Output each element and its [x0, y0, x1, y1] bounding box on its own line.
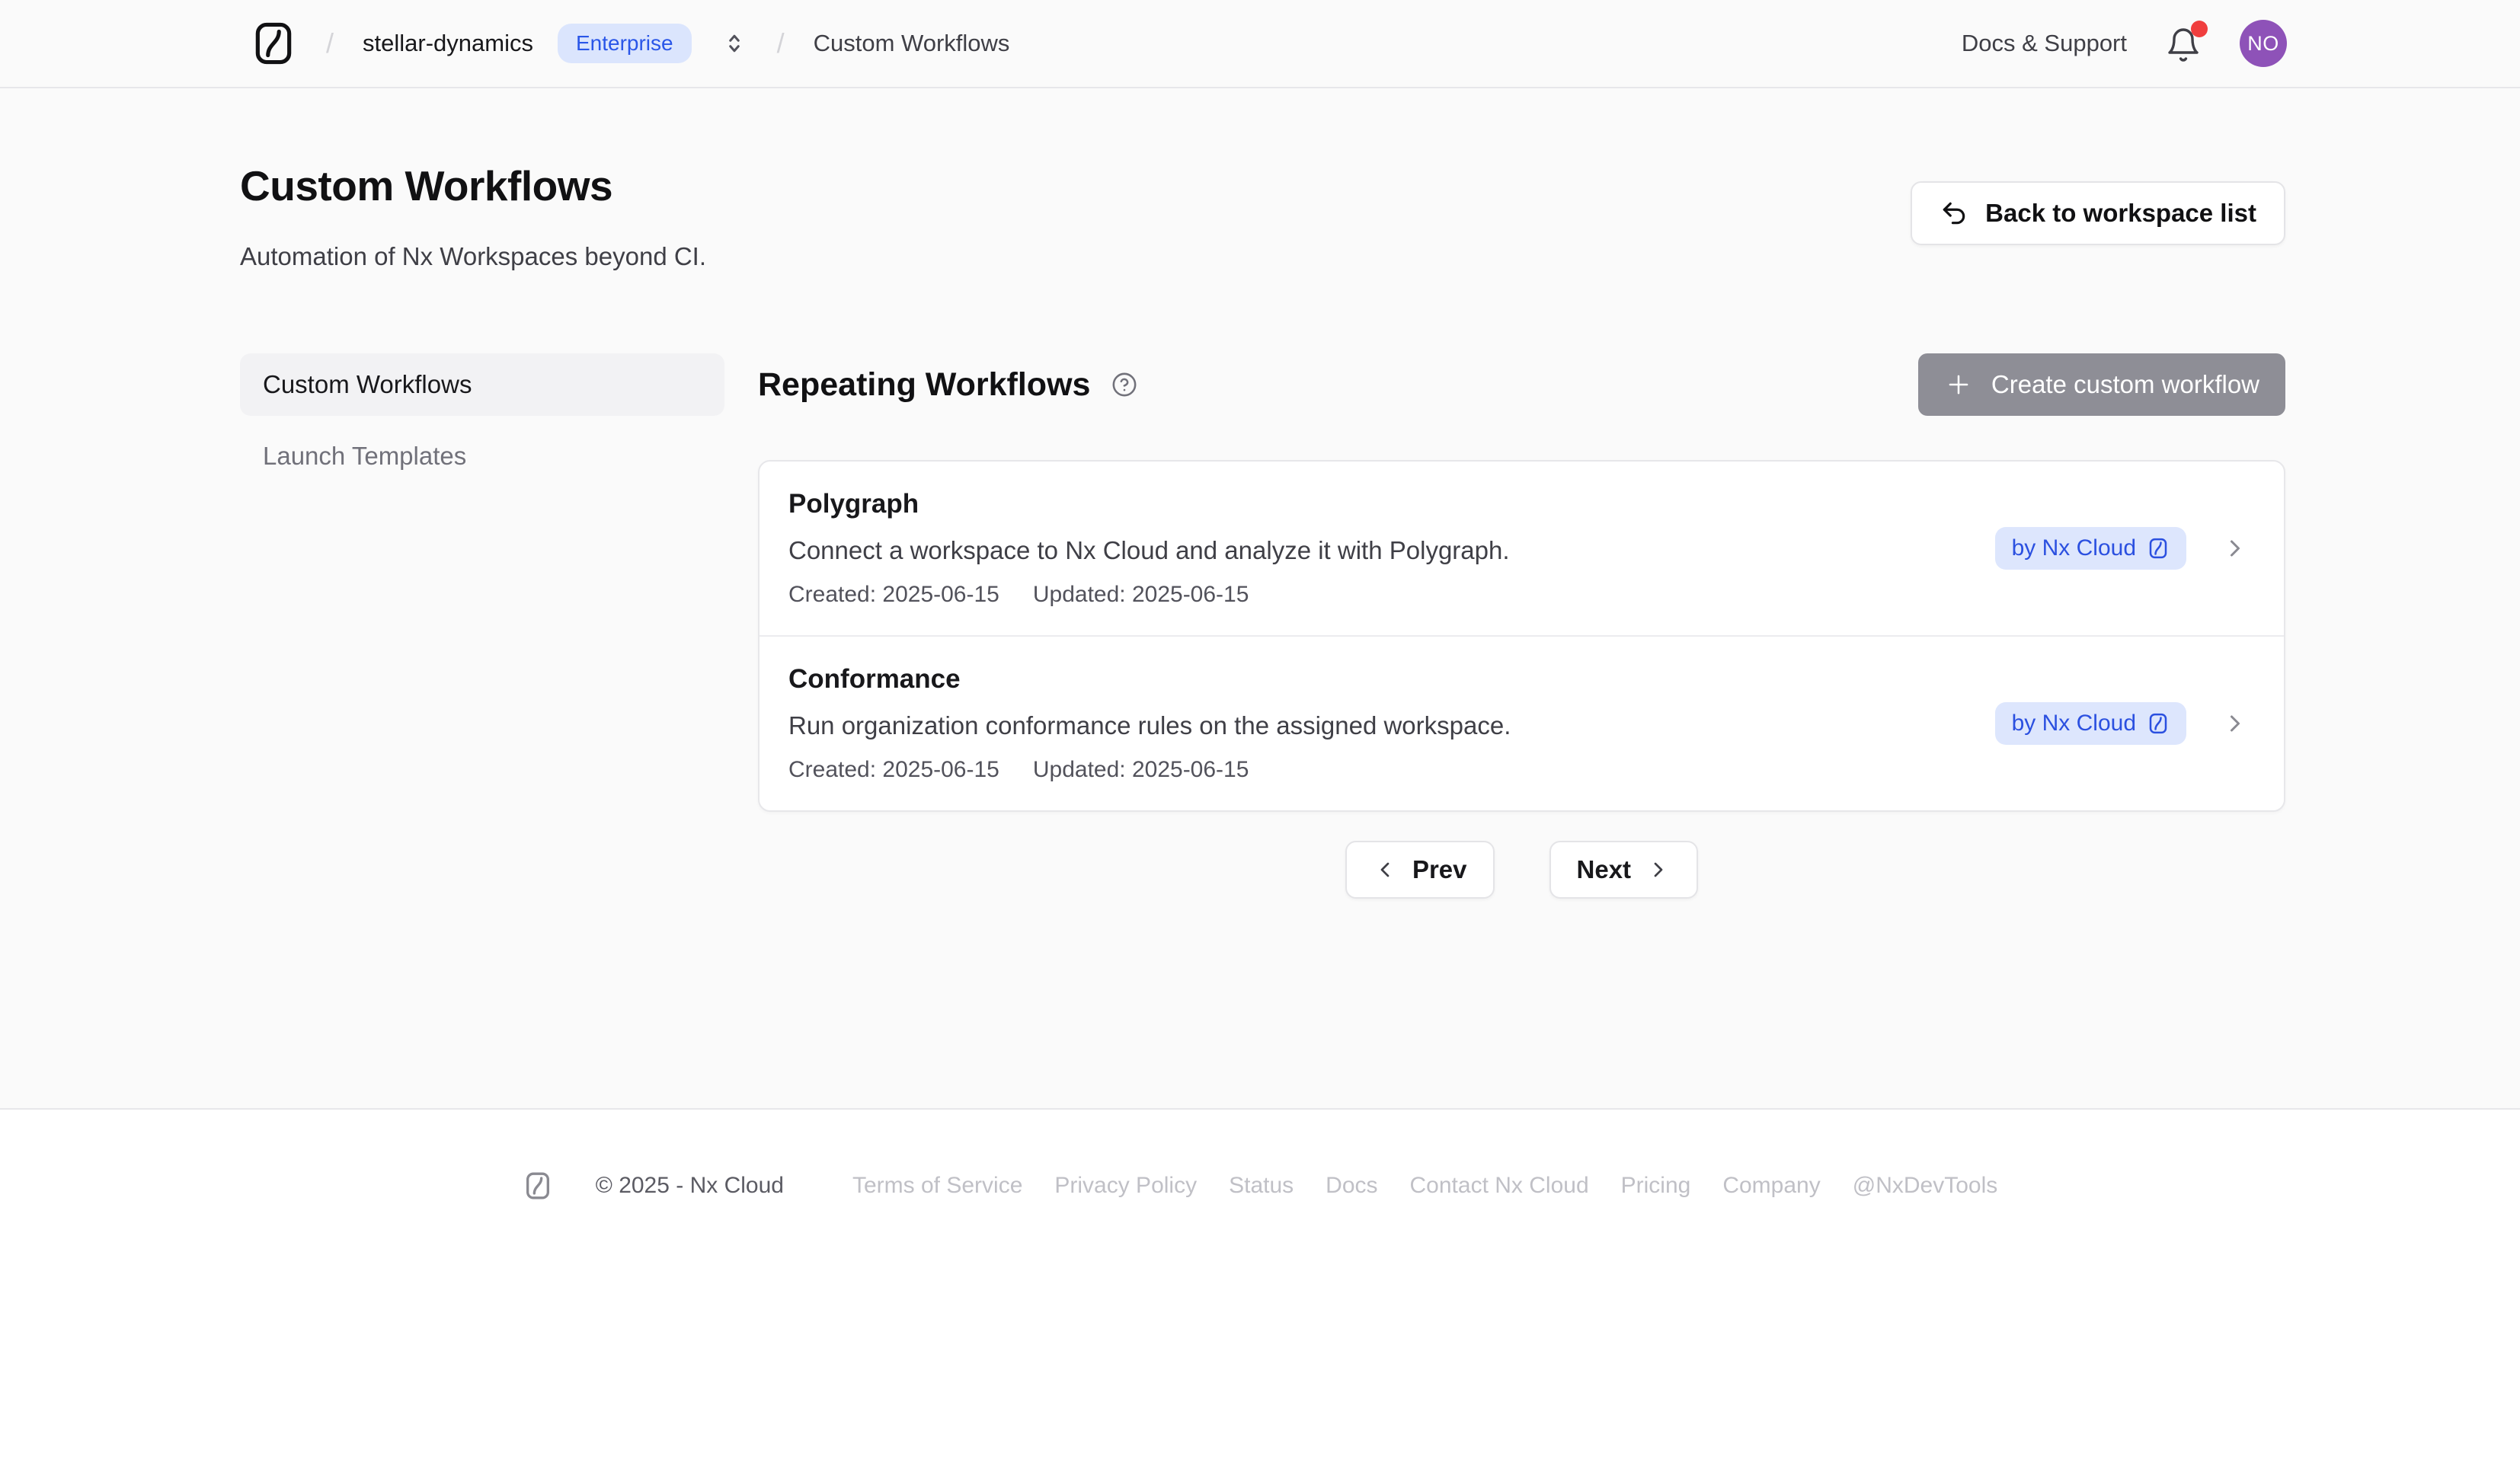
workflow-name: Polygraph — [788, 489, 1995, 519]
page-subtitle: Automation of Nx Workspaces beyond CI. — [240, 242, 706, 271]
chevron-left-icon — [1373, 858, 1397, 882]
section-header: Repeating Workflows Create cust — [758, 353, 2285, 416]
back-button-label: Back to workspace list — [1985, 199, 2256, 228]
footer-link-terms[interactable]: Terms of Service — [852, 1173, 1022, 1199]
workflow-updated: Updated: 2025-06-15 — [1033, 757, 1249, 783]
breadcrumb-separator: / — [777, 27, 785, 59]
sidebar: Custom Workflows Launch Templates — [240, 353, 724, 899]
chevron-right-icon — [2221, 535, 2249, 562]
navbar-actions: Docs & Support NO — [1962, 20, 2287, 67]
help-icon[interactable] — [1111, 372, 1137, 398]
prev-label: Prev — [1412, 855, 1467, 884]
by-nx-cloud-badge[interactable]: by Nx Cloud — [1995, 702, 2186, 745]
workflow-description: Run organization conformance rules on th… — [788, 711, 1995, 740]
create-button-label: Create custom workflow — [1991, 370, 2259, 399]
footer-link-pricing[interactable]: Pricing — [1621, 1173, 1691, 1199]
nx-cloud-logo-icon — [2147, 537, 2170, 560]
plus-icon — [1944, 370, 1973, 399]
nx-cloud-logo-icon — [523, 1171, 553, 1201]
badge-label: by Nx Cloud — [2012, 711, 2136, 736]
page-header-text: Custom Workflows Automation of Nx Worksp… — [240, 161, 706, 271]
workflow-meta: Created: 2025-06-15 Updated: 2025-06-15 — [788, 582, 1995, 608]
notifications-button[interactable] — [2165, 24, 2202, 63]
workflow-name: Conformance — [788, 664, 1995, 695]
page-header: Custom Workflows Automation of Nx Worksp… — [240, 88, 2285, 271]
next-label: Next — [1577, 855, 1632, 884]
footer-link-docs[interactable]: Docs — [1326, 1173, 1377, 1199]
workflow-created: Created: 2025-06-15 — [788, 582, 999, 608]
footer-link-nxdevtools[interactable]: @NxDevTools — [1853, 1173, 1998, 1199]
user-avatar[interactable]: NO — [2240, 20, 2287, 67]
footer-links: Terms of Service Privacy Policy Status D… — [852, 1173, 1997, 1199]
notification-dot — [2191, 21, 2208, 37]
nx-cloud-logo-icon — [2147, 712, 2170, 735]
workflow-list-card: Polygraph Connect a workspace to Nx Clou… — [758, 460, 2285, 812]
undo-arrow-icon — [1940, 199, 1968, 228]
footer-link-contact[interactable]: Contact Nx Cloud — [1410, 1173, 1589, 1199]
breadcrumb-current-page: Custom Workflows — [814, 30, 1010, 57]
workflow-row-polygraph[interactable]: Polygraph Connect a workspace to Nx Clou… — [760, 462, 2284, 635]
footer-link-status[interactable]: Status — [1229, 1173, 1294, 1199]
docs-support-link[interactable]: Docs & Support — [1962, 30, 2127, 57]
create-custom-workflow-button[interactable]: Create custom workflow — [1918, 353, 2285, 416]
breadcrumb: / stellar-dynamics Enterprise / Custom W… — [250, 20, 1009, 67]
workflow-meta: Created: 2025-06-15 Updated: 2025-06-15 — [788, 757, 1995, 783]
workflow-description: Connect a workspace to Nx Cloud and anal… — [788, 536, 1995, 565]
back-to-workspace-list-button[interactable]: Back to workspace list — [1911, 181, 2285, 245]
workflows-section: Repeating Workflows Create cust — [758, 353, 2285, 899]
breadcrumb-workspace[interactable]: stellar-dynamics — [363, 30, 533, 57]
section-title: Repeating Workflows — [758, 366, 1090, 404]
sidebar-item-launch-templates[interactable]: Launch Templates — [240, 425, 724, 487]
next-page-button[interactable]: Next — [1549, 841, 1699, 899]
sidebar-item-custom-workflows[interactable]: Custom Workflows — [240, 353, 724, 416]
workspace-switcher-icon[interactable] — [721, 30, 748, 57]
badge-label: by Nx Cloud — [2012, 535, 2136, 561]
workflow-row-conformance[interactable]: Conformance Run organization conformance… — [760, 635, 2284, 810]
footer-link-privacy[interactable]: Privacy Policy — [1054, 1173, 1197, 1199]
breadcrumb-separator: / — [326, 27, 334, 59]
chevron-right-icon — [1646, 858, 1671, 882]
prev-page-button[interactable]: Prev — [1345, 841, 1495, 899]
top-navbar: / stellar-dynamics Enterprise / Custom W… — [0, 0, 2520, 88]
nx-cloud-logo-icon[interactable] — [250, 20, 297, 67]
workflow-created: Created: 2025-06-15 — [788, 757, 999, 783]
page-footer: © 2025 - Nx Cloud Terms of Service Priva… — [0, 1108, 2520, 1479]
by-nx-cloud-badge[interactable]: by Nx Cloud — [1995, 527, 2186, 570]
plan-badge: Enterprise — [558, 24, 692, 63]
workflow-updated: Updated: 2025-06-15 — [1033, 582, 1249, 608]
main-content: Custom Workflows Automation of Nx Worksp… — [0, 88, 2520, 1108]
copyright-text: © 2025 - Nx Cloud — [596, 1173, 784, 1199]
page-title: Custom Workflows — [240, 161, 706, 210]
pagination: Prev Next — [758, 841, 2285, 899]
footer-link-company[interactable]: Company — [1722, 1173, 1820, 1199]
chevron-right-icon — [2221, 710, 2249, 737]
